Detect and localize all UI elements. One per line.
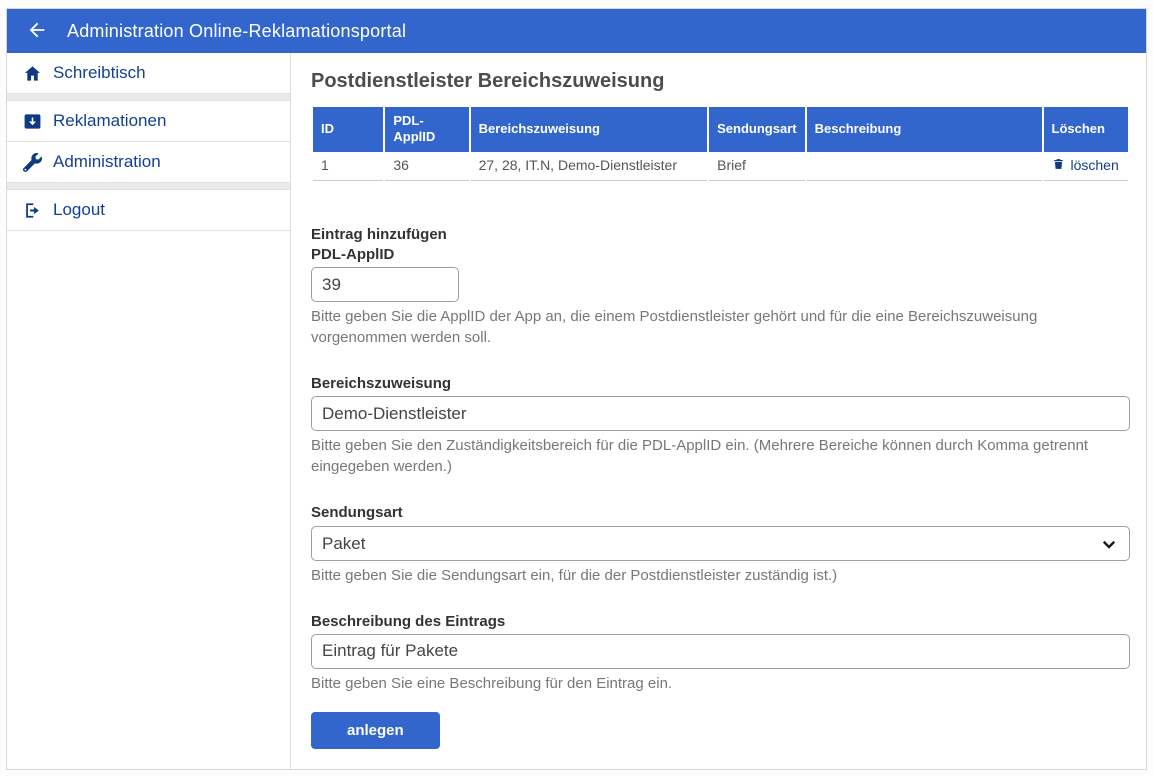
- anlegen-button[interactable]: anlegen: [311, 712, 440, 749]
- delete-row-link[interactable]: löschen: [1052, 157, 1119, 174]
- sidebar: Schreibtisch Reklamationen Administratio…: [7, 53, 291, 769]
- add-entry-form: Eintrag hinzufügen PDL-ApplID Bitte gebe…: [311, 225, 1130, 749]
- pdl-applid-label: PDL-ApplID: [311, 245, 1130, 265]
- column-header-sendungsart: Sendungsart: [709, 107, 804, 152]
- page-title: Postdienstleister Bereichszuweisung: [311, 70, 1130, 93]
- beschreibung-input[interactable]: [311, 634, 1130, 669]
- cell-beschreibung: [807, 152, 1042, 181]
- top-header-bar: Administration Online-Reklamationsportal: [7, 9, 1146, 53]
- sidebar-item-logout[interactable]: Logout: [7, 190, 290, 231]
- form-title: Eintrag hinzufügen: [311, 225, 1130, 245]
- home-icon: [23, 64, 42, 83]
- bereichszuweisung-hint: Bitte geben Sie den Zuständigkeitsbereic…: [311, 435, 1130, 477]
- app-title: Administration Online-Reklamationsportal: [67, 21, 406, 42]
- field-bereichszuweisung: Bereichszuweisung Bitte geben Sie den Zu…: [311, 374, 1130, 477]
- sendungsart-hint: Bitte geben Sie die Sendungsart ein, für…: [311, 565, 1130, 586]
- column-header-id: ID: [313, 107, 383, 152]
- trash-icon: [1052, 157, 1065, 174]
- field-beschreibung: Beschreibung des Eintrags Bitte geben Si…: [311, 612, 1130, 694]
- inbox-icon: [23, 112, 42, 131]
- table-row: 1 36 27, 28, IT.N, Demo-Dienstleister Br…: [313, 152, 1128, 181]
- sidebar-item-schreibtisch[interactable]: Schreibtisch: [7, 53, 290, 94]
- main-content: Postdienstleister Bereichszuweisung ID P…: [291, 53, 1146, 769]
- table-header-row: ID PDL-ApplID Bereichszuweisung Sendungs…: [313, 107, 1128, 152]
- delete-row-label: löschen: [1071, 157, 1119, 173]
- sidebar-item-label: Schreibtisch: [53, 63, 146, 83]
- wrench-icon: [23, 153, 42, 172]
- back-button[interactable]: [23, 17, 51, 45]
- assignment-table: ID PDL-ApplID Bereichszuweisung Sendungs…: [311, 107, 1130, 181]
- sidebar-item-administration[interactable]: Administration: [7, 142, 290, 183]
- sidebar-item-reklamationen[interactable]: Reklamationen: [7, 101, 290, 142]
- sidebar-item-label: Reklamationen: [53, 111, 166, 131]
- field-sendungsart: Sendungsart Paket Bitte geben Sie die Se…: [311, 503, 1130, 585]
- cell-loeschen: löschen: [1044, 152, 1129, 181]
- beschreibung-label: Beschreibung des Eintrags: [311, 612, 1130, 632]
- sidebar-item-label: Administration: [53, 152, 161, 172]
- cell-sendungsart: Brief: [709, 152, 804, 181]
- pdl-applid-input[interactable]: [311, 267, 459, 302]
- beschreibung-hint: Bitte geben Sie eine Beschreibung für de…: [311, 673, 1130, 694]
- sidebar-divider: [7, 183, 290, 190]
- sendungsart-select[interactable]: Paket: [311, 526, 1130, 561]
- arrow-left-icon: [26, 19, 48, 44]
- bereichszuweisung-label: Bereichszuweisung: [311, 374, 1130, 394]
- pdl-applid-hint: Bitte geben Sie die ApplID der App an, d…: [311, 306, 1130, 348]
- bereichszuweisung-input[interactable]: [311, 396, 1130, 431]
- cell-bereichszuweisung: 27, 28, IT.N, Demo-Dienstleister: [471, 152, 708, 181]
- cell-pdl-applid: 36: [385, 152, 468, 181]
- column-header-beschreibung: Beschreibung: [807, 107, 1042, 152]
- sidebar-divider: [7, 94, 290, 101]
- column-header-bereichszuweisung: Bereichszuweisung: [471, 107, 708, 152]
- field-pdl-applid: PDL-ApplID Bitte geben Sie die ApplID de…: [311, 245, 1130, 348]
- cell-id: 1: [313, 152, 383, 181]
- logout-icon: [23, 201, 42, 220]
- column-header-pdl-applid: PDL-ApplID: [385, 107, 468, 152]
- column-header-loeschen: Löschen: [1044, 107, 1129, 152]
- app-window: Administration Online-Reklamationsportal…: [6, 8, 1147, 770]
- sendungsart-label: Sendungsart: [311, 503, 1130, 523]
- sidebar-item-label: Logout: [53, 200, 105, 220]
